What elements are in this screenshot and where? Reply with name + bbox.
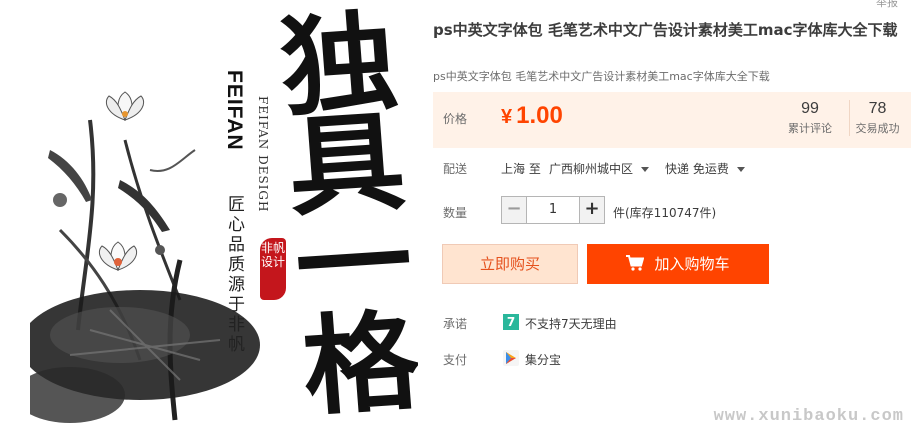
review-count-label: 累计评论	[788, 122, 832, 135]
price-amount: 1.00	[516, 102, 563, 129]
promise-label: 承诺	[443, 317, 468, 331]
review-count-stat[interactable]: 99 累计评论	[783, 100, 837, 136]
price-value: ¥1.00	[501, 102, 563, 130]
shipping-destination-select[interactable]: 广西柳州城中区	[549, 160, 650, 177]
deal-count-stat: 78 交易成功	[849, 100, 905, 136]
shipping-row: 配送 上海 至 广西柳州城中区 快递 免运费	[433, 158, 911, 178]
shipping-method: 快递 免运费	[665, 162, 729, 176]
jifenbao-icon	[503, 350, 519, 366]
calligraphy-title: 独 具 一 格	[254, 0, 418, 425]
chevron-down-icon	[641, 167, 650, 172]
seven-day-badge-icon: 7	[503, 314, 519, 330]
shipping-method-select[interactable]: 快递 免运费	[665, 160, 745, 177]
product-title: ps中英文字体包 毛笔艺术中文广告设计素材美工mac字体库大全下载	[433, 21, 898, 39]
quantity-input[interactable]: 1	[527, 196, 579, 224]
report-link[interactable]: 举报	[876, 0, 898, 10]
add-to-cart-label: 加入购物车	[654, 255, 730, 273]
payment-method[interactable]: 集分宝	[525, 351, 561, 368]
shipping-destination: 广西柳州城中区	[549, 162, 634, 176]
product-image[interactable]: FEIFAN FEIFAN DESIGH 匠心品质源于非帆 非帆设计 独 具 一…	[30, 0, 418, 425]
product-subtitle: ps中英文字体包 毛笔艺术中文广告设计素材美工mac字体库大全下载	[433, 70, 770, 83]
currency-symbol: ¥	[501, 106, 513, 128]
review-count: 99	[801, 100, 819, 117]
cart-icon	[626, 255, 645, 271]
promise-row: 承诺 7 不支持7天无理由	[433, 314, 911, 332]
buy-now-button[interactable]: 立即购买	[442, 244, 578, 284]
price-label: 价格	[443, 112, 468, 126]
watermark: www.xunibaoku.com	[713, 407, 904, 426]
stock-info: 件(库存110747件)	[613, 206, 717, 220]
payment-label: 支付	[443, 353, 468, 367]
calligraphy-char: 格	[298, 298, 418, 425]
shipping-origin: 上海 至	[501, 162, 541, 176]
increase-button[interactable]: +	[579, 196, 605, 224]
add-to-cart-button[interactable]: 加入购物车	[587, 244, 769, 284]
quantity-row: 数量 − 1 + 件(库存110747件)	[433, 196, 911, 226]
promise-text[interactable]: 不支持7天无理由	[525, 315, 617, 332]
brand-name: FEIFAN	[223, 70, 246, 151]
quantity-label: 数量	[443, 206, 468, 220]
payment-row: 支付 集分宝	[433, 350, 911, 368]
chevron-down-icon	[736, 167, 745, 172]
decrease-button[interactable]: −	[501, 196, 527, 224]
quantity-stepper: − 1 +	[501, 196, 605, 224]
deal-count-label: 交易成功	[855, 122, 900, 135]
brand-slogan: 匠心品质源于非帆	[224, 195, 244, 355]
price-panel: 价格 ¥1.00 99 累计评论 78 交易成功	[433, 92, 911, 148]
deal-count: 78	[868, 100, 887, 117]
shipping-label: 配送	[443, 162, 468, 176]
